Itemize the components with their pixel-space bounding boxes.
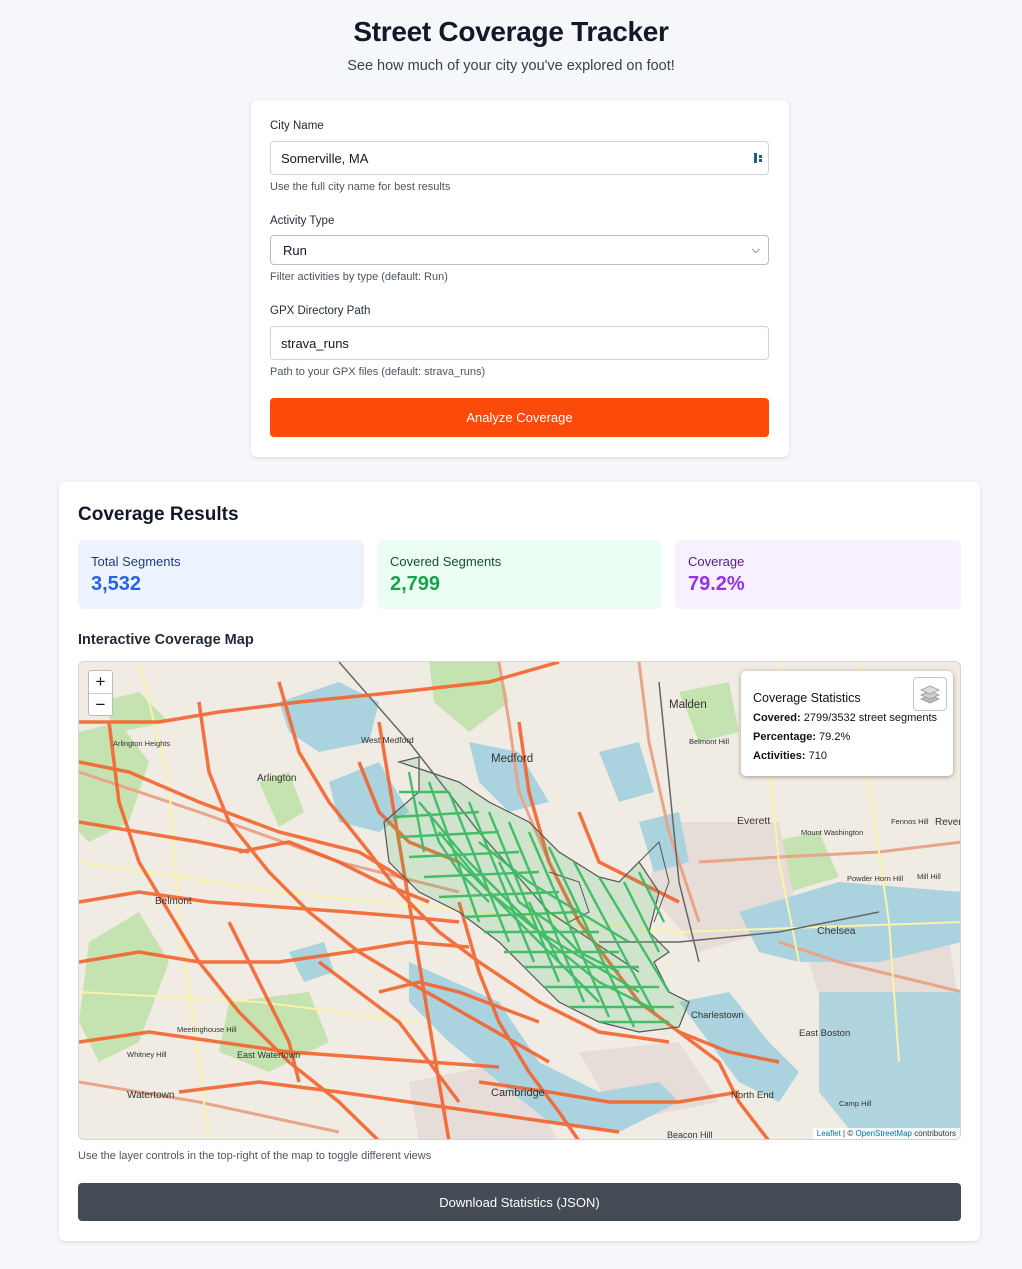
map-label-beacon-hill: Beacon Hill [667, 1130, 713, 1140]
page-title: Street Coverage Tracker [353, 16, 669, 47]
popup-activities: Activities: 710 [753, 750, 941, 762]
activity-select-value: Run [283, 242, 307, 258]
map-label-camp-hill: Camp Hill [839, 1099, 872, 1108]
map-label-arlington-heights: Arlington Heights [113, 739, 170, 748]
zoom-control: + − [88, 670, 113, 716]
activity-select[interactable]: Run ⌵ [270, 235, 769, 265]
total-segments-card: Total Segments 3,532 [78, 540, 364, 609]
popup-activities-label: Activities: [753, 750, 806, 762]
coverage-percentage-label: Coverage [688, 554, 745, 569]
map-label-powder-horn-hill: Powder Horn Hill [847, 874, 904, 883]
attribution-separator: | © [843, 1129, 854, 1138]
gpx-path-input[interactable]: strava_runs [270, 326, 769, 360]
map-label-north-end: North End [731, 1090, 774, 1101]
covered-segments-card: Covered Segments 2,799 [377, 540, 662, 609]
map-label-chelsea: Chelsea [817, 925, 856, 937]
map-label-belmont: Belmont [155, 896, 192, 907]
covered-segments-value: 2,799 [390, 573, 441, 595]
map-label-medford: Medford [491, 753, 533, 765]
gpx-label: GPX Directory Path [270, 305, 371, 317]
download-statistics-button[interactable]: Download Statistics (JSON) [78, 1183, 961, 1221]
map-heading: Interactive Coverage Map [78, 632, 254, 648]
map-label-watertown: Watertown [127, 1090, 174, 1101]
popup-covered-value: 2799/3532 street segments [803, 712, 938, 724]
zoom-in-button[interactable]: + [89, 671, 112, 693]
map-label-mill-hill: Mill Hill [917, 872, 941, 881]
map-label-east-boston: East Boston [799, 1028, 850, 1039]
map-label-charlestown: Charlestown [691, 1010, 744, 1021]
covered-segments-label: Covered Segments [390, 554, 502, 569]
page-header: Street Coverage Tracker See how much of … [0, 0, 1022, 74]
chevron-down-icon: ⌵ [751, 243, 760, 256]
layers-toggle-button[interactable] [913, 677, 947, 711]
attribution-contributors: contributors [914, 1129, 956, 1138]
total-segments-value: 3,532 [91, 573, 142, 595]
map-label-fennos-hill: Fennos Hill [891, 817, 929, 826]
activity-hint: Filter activities by type (default: Run) [270, 271, 448, 283]
zoom-out-button[interactable]: − [89, 693, 112, 715]
gpx-hint: Path to your GPX files (default: strava_… [270, 366, 486, 378]
map-label-belmont-hill: Belmont Hill [689, 737, 729, 746]
popup-percentage-value: 79.2% [819, 731, 851, 743]
results-panel: Coverage Results Total Segments 3,532 Co… [59, 482, 980, 1241]
popup-covered: Covered: 2799/3532 street segments [753, 712, 941, 724]
results-title: Coverage Results [78, 504, 239, 525]
map-label-cambridge: Cambridge [491, 1087, 545, 1099]
coverage-percentage-value: 79.2% [688, 573, 745, 595]
analyze-coverage-button[interactable]: Analyze Coverage [270, 398, 769, 437]
city-label: City Name [270, 120, 324, 132]
leaflet-link[interactable]: Leaflet [817, 1129, 841, 1138]
map-attribution: Leaflet | © OpenStreetMap contributors [812, 1128, 960, 1139]
popup-covered-label: Covered: [753, 712, 801, 724]
city-input-value: Somerville, MA [281, 150, 369, 166]
map-label-whitney-hill: Whitney Hill [127, 1050, 167, 1059]
analysis-form: City Name Somerville, MA Use the full ci… [251, 100, 789, 457]
popup-percentage-label: Percentage: [753, 731, 816, 743]
coverage-percentage-card: Coverage 79.2% [675, 540, 961, 609]
map-label-arlington: Arlington [257, 773, 296, 784]
layers-icon [920, 685, 940, 704]
map-label-malden: Malden [669, 699, 707, 711]
page-subtitle: See how much of your city you've explore… [347, 58, 675, 74]
map-label-everett: Everett [737, 815, 770, 827]
activity-label: Activity Type [270, 215, 335, 227]
map-label-revere: Revere [935, 817, 961, 828]
city-input[interactable]: Somerville, MA [270, 141, 769, 175]
map-label-west-medford: West Medford [361, 735, 414, 745]
coverage-statistics-popup: Coverage Statistics Covered: 2799/3532 s… [741, 671, 953, 776]
password-manager-icon[interactable] [754, 152, 764, 164]
popup-percentage: Percentage: 79.2% [753, 731, 941, 743]
gpx-path-value: strava_runs [281, 335, 349, 351]
map-label-meetinghouse-hill: Meetinghouse Hill [177, 1025, 237, 1034]
openstreetmap-link[interactable]: OpenStreetMap [855, 1129, 911, 1138]
total-segments-label: Total Segments [91, 554, 181, 569]
popup-activities-value: 710 [808, 750, 827, 762]
map-label-east-watertown: East Watertown [237, 1050, 300, 1060]
coverage-map[interactable]: Malden Medford West Medford Arlington Ar… [78, 661, 961, 1140]
map-label-mount-washington: Mount Washington [801, 828, 863, 837]
map-note: Use the layer controls in the top-right … [78, 1150, 432, 1162]
city-hint: Use the full city name for best results [270, 181, 451, 193]
